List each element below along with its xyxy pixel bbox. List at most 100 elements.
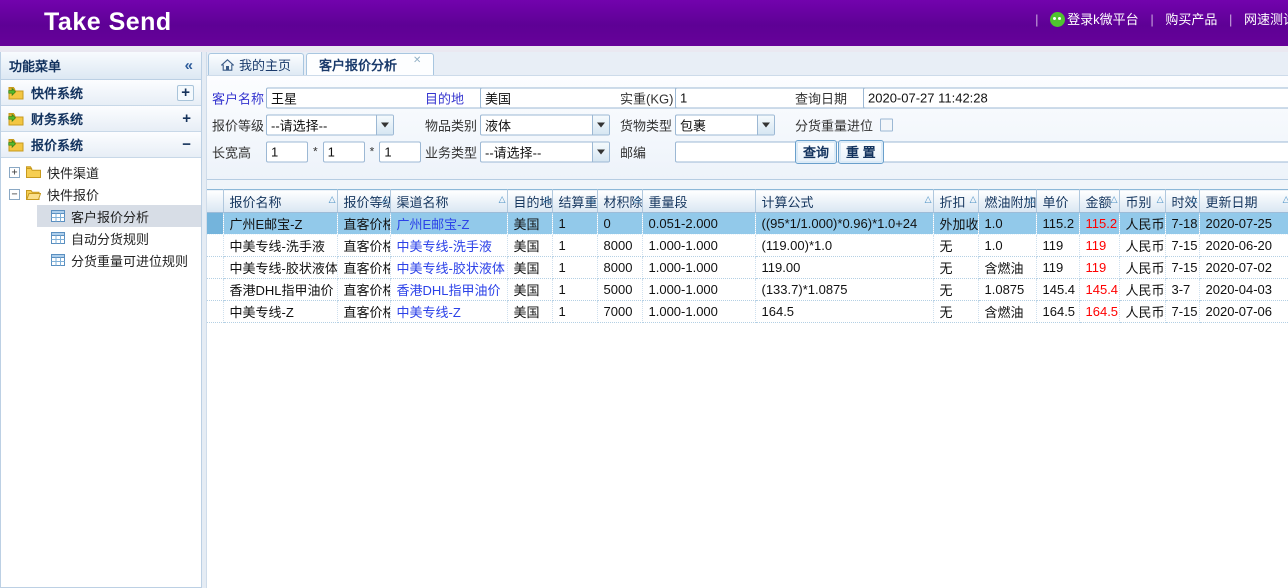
channel-link-cell[interactable]: 中美专线-Z: [390, 301, 507, 323]
login-kwei-link[interactable]: 登录k微平台: [1050, 12, 1139, 27]
table-row[interactable]: 广州E邮宝-Z直客价格广州E邮宝-Z美国100.051-2.000((95*1/…: [207, 213, 1288, 235]
reset-button[interactable]: 重 置: [838, 140, 884, 164]
column-header[interactable]: 燃油附加△: [978, 190, 1036, 213]
sidebar-section-finance[interactable]: 财务系统 +: [1, 106, 201, 132]
multiply-separator: *: [370, 145, 375, 159]
quote-level-select[interactable]: --请选择--: [266, 114, 394, 135]
query-date-input[interactable]: [863, 87, 1288, 108]
column-header[interactable]: 报价名称△: [223, 190, 337, 213]
table-cell: 115.2: [1079, 213, 1119, 235]
sort-icon[interactable]: △: [634, 194, 641, 205]
query-form: 客户名称 目的地 实重(KG) 查询日期 报价等级 --请选择-- 物品类别 液…: [207, 76, 1288, 180]
column-header[interactable]: 币别△: [1119, 190, 1165, 213]
dropdown-arrow-icon[interactable]: [376, 115, 393, 134]
table-cell: 1: [552, 257, 597, 279]
sort-icon[interactable]: △: [970, 194, 977, 205]
table-row[interactable]: 中美专线-胶状液体直客价格中美专线-胶状液体美国180001.000-1.000…: [207, 257, 1288, 279]
sort-icon[interactable]: △: [499, 194, 506, 205]
zip-code-input[interactable]: [675, 141, 1288, 162]
column-header[interactable]: 重量段: [642, 190, 755, 213]
sort-icon[interactable]: △: [1157, 194, 1164, 205]
channel-link-cell[interactable]: 香港DHL指甲油价: [390, 279, 507, 301]
column-header[interactable]: 目的地△: [507, 190, 552, 213]
sort-icon[interactable]: △: [544, 194, 551, 205]
grid-report-icon: [51, 254, 65, 266]
column-header[interactable]: 折扣△: [933, 190, 978, 213]
sidebar-tree: + 快件渠道 − 快件报价: [1, 158, 201, 587]
row-selector-cell[interactable]: [207, 301, 223, 323]
tab-customer-quote-analysis[interactable]: 客户报价分析 ✕: [306, 53, 434, 75]
dropdown-arrow-icon[interactable]: [592, 142, 609, 161]
dropdown-arrow-icon[interactable]: [757, 115, 774, 134]
sidebar-section-express[interactable]: 快件系统 +: [1, 80, 201, 106]
table-row[interactable]: 香港DHL指甲油价直客价格香港DHL指甲油价美国150001.000-1.000…: [207, 279, 1288, 301]
split-weight-carry-checkbox[interactable]: [880, 118, 893, 131]
tree-leaf-customer-quote-analysis[interactable]: 客户报价分析: [37, 205, 201, 227]
length-input[interactable]: [266, 141, 308, 162]
table-row[interactable]: 中美专线-洗手液直客价格中美专线-洗手液美国180001.000-1.000(1…: [207, 235, 1288, 257]
table-cell: 7-15: [1165, 235, 1199, 257]
collapse-sidebar-icon[interactable]: «: [185, 57, 193, 74]
column-header[interactable]: 材积除△: [597, 190, 642, 213]
tree-expand-icon[interactable]: +: [9, 167, 20, 178]
column-header[interactable]: 时效△: [1165, 190, 1199, 213]
buy-product-link[interactable]: 购买产品: [1165, 12, 1217, 27]
row-selector-cell[interactable]: [207, 235, 223, 257]
speed-test-link[interactable]: 网速测试: [1244, 12, 1288, 27]
sidebar-title: 功能菜单: [9, 56, 61, 75]
tree-node-express-channel[interactable]: + 快件渠道: [1, 161, 201, 183]
channel-link-cell[interactable]: 中美专线-洗手液: [390, 235, 507, 257]
sort-icon[interactable]: △: [1191, 194, 1198, 205]
tree-collapse-icon[interactable]: −: [9, 189, 20, 200]
table-cell: 1.000-1.000: [642, 301, 755, 323]
sort-icon[interactable]: △: [925, 194, 932, 205]
tab-my-homepage[interactable]: 我的主页: [208, 53, 304, 75]
sort-icon[interactable]: △: [382, 194, 389, 205]
column-header[interactable]: 结算重△: [552, 190, 597, 213]
sort-icon[interactable]: △: [1283, 194, 1288, 205]
table-cell: 美国: [507, 213, 552, 235]
table-cell: ((95*1/1.000)*0.96)*1.0+24: [755, 213, 933, 235]
column-header[interactable]: 更新日期△: [1199, 190, 1288, 213]
sort-icon[interactable]: △: [329, 194, 336, 205]
table-cell: 人民币: [1119, 257, 1165, 279]
sort-icon[interactable]: △: [589, 194, 596, 205]
column-header[interactable]: 计算公式△: [755, 190, 933, 213]
table-cell: 3-7: [1165, 279, 1199, 301]
width-input[interactable]: [323, 141, 365, 162]
row-selector-cell[interactable]: [207, 279, 223, 301]
tree-leaf-split-weight-carry-rules[interactable]: 分货重量可进位规则: [37, 249, 201, 271]
tree-leaf-auto-split-rules[interactable]: 自动分货规则: [37, 227, 201, 249]
sort-icon[interactable]: △: [1111, 194, 1118, 205]
cargo-type-select[interactable]: 包裹: [675, 114, 775, 135]
channel-link-cell[interactable]: 中美专线-胶状液体: [390, 257, 507, 279]
sidebar-section-quote[interactable]: 报价系统 −: [1, 132, 201, 158]
item-type-select[interactable]: 液体: [480, 114, 610, 135]
split-weight-carry-label: 分货重量进位: [795, 115, 873, 134]
channel-link-cell[interactable]: 广州E邮宝-Z: [390, 213, 507, 235]
dimensions-label: 长宽高: [212, 142, 251, 161]
close-tab-icon[interactable]: ✕: [413, 54, 421, 66]
column-header[interactable]: 渠道名称△: [390, 190, 507, 213]
dropdown-arrow-icon[interactable]: [592, 115, 609, 134]
column-header[interactable]: 金额△: [1079, 190, 1119, 213]
search-button[interactable]: 查询: [795, 140, 837, 164]
row-selector-cell[interactable]: [207, 213, 223, 235]
column-header[interactable]: 报价等级△: [337, 190, 390, 213]
row-selector-header: [207, 190, 223, 213]
collapse-section-icon[interactable]: −: [179, 138, 194, 152]
expand-icon[interactable]: +: [177, 85, 194, 101]
table-cell: 1.000-1.000: [642, 257, 755, 279]
sort-icon[interactable]: △: [1028, 194, 1035, 205]
destination-label: 目的地: [425, 88, 464, 107]
height-input[interactable]: [379, 141, 421, 162]
home-icon: [221, 59, 234, 71]
table-cell: 中美专线-洗手液: [223, 235, 337, 257]
tree-node-express-quote[interactable]: − 快件报价: [1, 183, 201, 205]
row-selector-cell[interactable]: [207, 257, 223, 279]
business-type-select[interactable]: --请选择--: [480, 141, 610, 162]
table-cell: 119.00: [755, 257, 933, 279]
column-header[interactable]: 单价: [1036, 190, 1079, 213]
table-row[interactable]: 中美专线-Z直客价格中美专线-Z美国170001.000-1.000164.5无…: [207, 301, 1288, 323]
expand-icon[interactable]: +: [179, 112, 194, 126]
